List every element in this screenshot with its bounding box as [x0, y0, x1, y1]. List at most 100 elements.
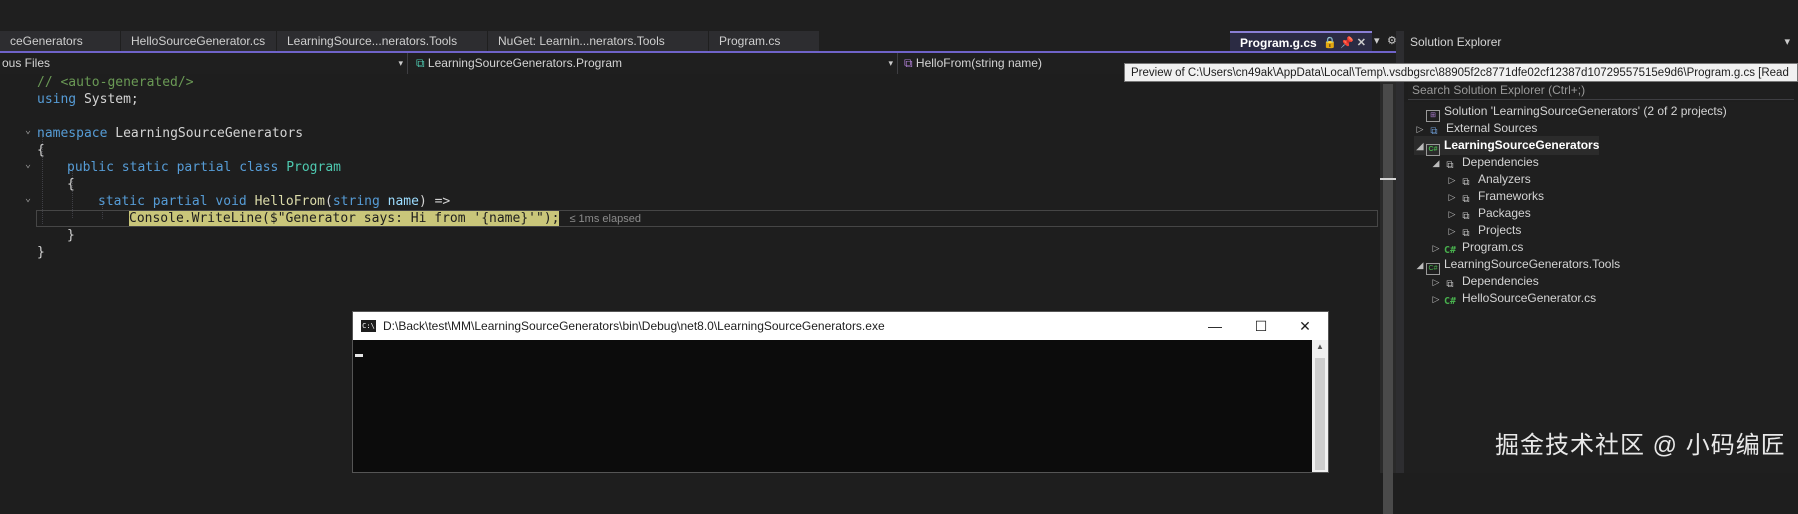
close-icon[interactable]: ✕	[1357, 37, 1366, 49]
tree-item-label: Dependencies	[1462, 274, 1539, 288]
caret-marker	[1380, 178, 1396, 180]
class-icon: ⧉	[416, 56, 425, 70]
chevron-down-icon: ▾	[888, 58, 893, 68]
tab-learningsourcegenerators[interactable]: ceGenerators	[0, 31, 120, 51]
parameter-name: name	[387, 194, 419, 209]
highlighted-statement: Console.WriteLine($"Generator says: Hi f…	[129, 211, 560, 226]
fold-toggle-icon[interactable]: ⌄	[25, 193, 35, 204]
code-text: (	[325, 194, 333, 209]
code-line-9: Console.WriteLine($"Generator says: Hi f…	[129, 210, 641, 227]
code-line-6: public static partial class Program	[67, 159, 341, 176]
console-title-bar[interactable]: C:\ D:\Back\test\MM\LearningSourceGenera…	[353, 312, 1328, 340]
tree-item-label: Analyzers	[1478, 172, 1531, 186]
solution-explorer-header: Solution Explorer ▾	[1404, 31, 1798, 53]
tree-item-hellosourcegenerator[interactable]: ▷ C# HelloSourceGenerator.cs	[1430, 289, 1597, 309]
document-tab-bar: ceGenerators HelloSourceGenerator.cs Lea…	[0, 31, 1396, 51]
method-icon: ⧉	[904, 56, 913, 70]
tooltip-text: Preview of C:\Users\cn49ak\AppData\Local…	[1131, 67, 1789, 79]
tab-icons: 🔒 📌 ✕	[1323, 33, 1366, 51]
expanded-arrow-icon[interactable]: ◢	[1430, 154, 1442, 173]
keyword: static	[98, 194, 145, 209]
perf-tip[interactable]: ≤ 1ms elapsed	[569, 213, 640, 225]
keyword: void	[215, 194, 247, 209]
tree-item-label: LearningSourceGenerators	[1444, 138, 1600, 152]
code-text: LearningSourceGenerators	[107, 126, 304, 141]
tree-item-label: HelloSourceGenerator.cs	[1462, 291, 1597, 305]
watermark: 掘金技术社区 @ 小码编匠	[1495, 432, 1786, 459]
code-line-8: static partial void HelloFrom(string nam…	[98, 193, 450, 210]
keyword: static	[121, 160, 169, 175]
method-name: HelloFrom	[254, 194, 326, 209]
tab-label: HelloSourceGenerator.cs	[131, 34, 266, 48]
code-line-11: }	[37, 244, 45, 261]
tree-item-label: Frameworks	[1478, 189, 1545, 203]
tree-item-label: External Sources	[1446, 121, 1538, 135]
scrollbar-thumb[interactable]	[1383, 84, 1393, 514]
tab-label: Program.g.cs	[1240, 36, 1317, 50]
pin-icon[interactable]: 📌	[1340, 37, 1354, 49]
code-text: }	[67, 228, 75, 243]
search-placeholder: Search Solution Explorer (Ctrl+;)	[1412, 83, 1586, 97]
tab-list-dropdown-icon[interactable]: ▾	[1374, 31, 1380, 51]
type-dropdown-label: LearningSourceGenerators.Program	[427, 56, 623, 70]
keyword: string	[332, 194, 380, 209]
tab-program-cs[interactable]: Program.cs	[709, 31, 819, 51]
expanded-arrow-icon[interactable]: ◢	[1414, 256, 1426, 275]
tree-item-label: Program.cs	[1462, 240, 1524, 254]
code-line-5: {	[37, 142, 45, 159]
keyword: using	[37, 92, 77, 107]
minimize-icon[interactable]: —	[1192, 312, 1238, 340]
tab-hellosourcegenerator[interactable]: HelloSourceGenerator.cs	[121, 31, 276, 51]
keyword: class	[239, 160, 279, 175]
solution-tree: ⊞ Solution 'LearningSourceGenerators' (2 …	[1404, 102, 1798, 473]
tab-label: Program.cs	[719, 34, 781, 48]
tree-item-label: LearningSourceGenerators.Tools	[1444, 257, 1621, 271]
tree-item-label: Solution 'LearningSourceGenerators' (2 o…	[1444, 104, 1727, 118]
tab-tools[interactable]: LearningSource...nerators.Tools	[277, 31, 487, 51]
tab-label: ceGenerators	[10, 34, 83, 48]
console-scrollbar-thumb[interactable]	[1315, 358, 1325, 470]
scroll-up-icon[interactable]: ▲	[1312, 342, 1328, 351]
fold-toggle-icon[interactable]: ⌄	[25, 125, 35, 136]
code-text: System;	[76, 92, 139, 107]
tab-nuget[interactable]: NuGet: Learnin...nerators.Tools	[488, 31, 708, 51]
solution-explorer-search[interactable]: Search Solution Explorer (Ctrl+;)	[1408, 80, 1794, 100]
fold-toggle-icon[interactable]: ⌄	[25, 159, 35, 170]
expanded-arrow-icon[interactable]: ◢	[1414, 137, 1426, 156]
keyword: namespace	[37, 126, 108, 141]
code-text: }	[37, 245, 45, 260]
close-icon[interactable]: ✕	[1282, 312, 1328, 340]
console-title: D:\Back\test\MM\LearningSourceGenerators…	[383, 319, 885, 333]
title-bar	[0, 0, 1798, 31]
tab-program-g-cs[interactable]: Program.g.cs 🔒 📌 ✕	[1230, 31, 1372, 51]
code-line-1: // <auto-generated/>	[37, 74, 194, 91]
keyword: partial	[176, 160, 232, 175]
type-dropdown[interactable]: ⧉ LearningSourceGenerators.Program ▾	[410, 53, 898, 74]
code-text: ) =>	[418, 194, 451, 209]
tree-item-label: Projects	[1478, 223, 1522, 237]
panel-menu-icon[interactable]: ▾	[1784, 31, 1790, 53]
code-line-4: namespace LearningSourceGenerators	[37, 125, 303, 142]
code-text: {	[67, 177, 75, 192]
panel-splitter[interactable]	[1396, 31, 1404, 473]
code-line-10: }	[67, 227, 75, 244]
console-app-icon: C:\	[361, 320, 376, 332]
member-dropdown-label: HelloFrom(string name)	[915, 56, 1042, 70]
tab-label: LearningSource...nerators.Tools	[287, 34, 458, 48]
console-scrollbar[interactable]: ▲	[1312, 340, 1328, 472]
tab-path-tooltip: Preview of C:\Users\cn49ak\AppData\Local…	[1124, 63, 1798, 82]
project-dropdown-label: ous Files	[2, 56, 51, 70]
console-window[interactable]: C:\ D:\Back\test\MM\LearningSourceGenera…	[352, 311, 1329, 473]
comment: // <auto-generated/>	[37, 75, 194, 90]
keyword: public	[67, 160, 114, 175]
editor-scrollbar[interactable]	[1380, 74, 1396, 514]
panel-title: Solution Explorer	[1410, 35, 1502, 49]
class-name: Program	[286, 160, 341, 175]
maximize-icon[interactable]: ☐	[1238, 312, 1284, 340]
project-dropdown[interactable]: ous Files ▾	[0, 53, 408, 74]
collapsed-arrow-icon[interactable]: ▷	[1430, 290, 1442, 309]
code-line-7: {	[67, 176, 75, 193]
tab-label: NuGet: Learnin...nerators.Tools	[498, 34, 665, 48]
lock-icon: 🔒	[1323, 37, 1337, 49]
code-line-2: using System;	[37, 91, 139, 108]
